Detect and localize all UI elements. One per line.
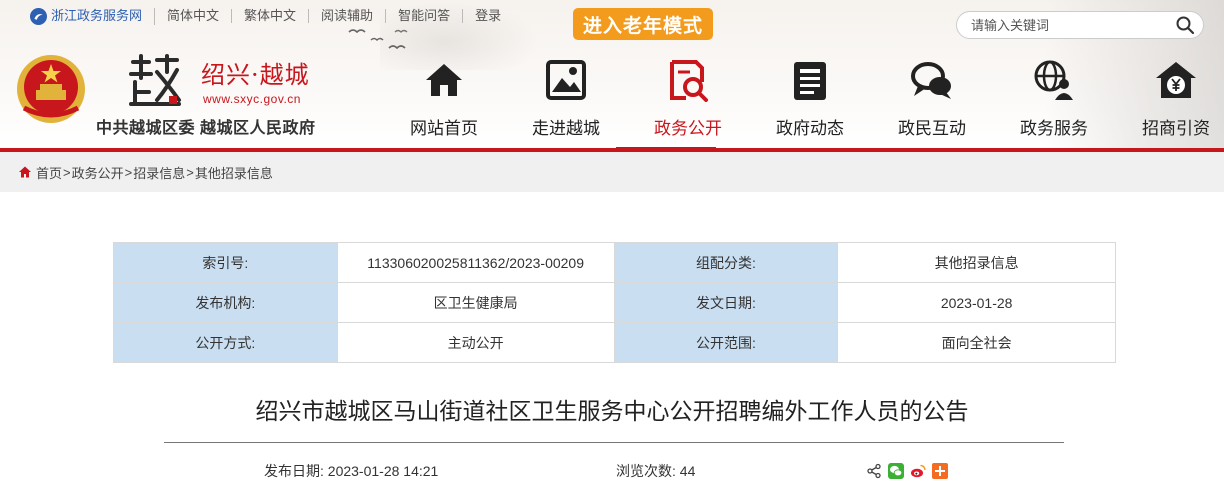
breadcrumb-recruitment[interactable]: 招录信息 xyxy=(133,163,185,182)
traditional-chinese-link[interactable]: 繁体中文 xyxy=(232,9,310,23)
breadcrumb-separator: > xyxy=(124,164,133,180)
site-organization: 中共越城区委 越城区人民政府 xyxy=(96,120,316,137)
search-box xyxy=(956,11,1204,39)
national-emblem-icon xyxy=(17,55,85,123)
breadcrumb-other-recruitment[interactable]: 其他招录信息 xyxy=(195,163,273,182)
portal-link[interactable]: 浙江政务服务网 xyxy=(30,7,156,25)
index-value: 113306020025811362/2023-00209 xyxy=(336,242,615,283)
index-label: 索引号: xyxy=(113,242,338,283)
info-row: 索引号: 113306020025811362/2023-00209 组配分类:… xyxy=(113,242,1116,283)
smart-qa-link[interactable]: 智能问答 xyxy=(386,9,464,23)
reading-aid-link[interactable]: 阅读辅助 xyxy=(309,9,387,23)
yue-calligraphy-logo xyxy=(129,54,181,106)
title-divider xyxy=(164,442,1064,443)
doc-date-label: 发文日期: xyxy=(613,282,839,323)
breadcrumb-home-icon xyxy=(19,166,31,178)
breadcrumb-home[interactable]: 首页 xyxy=(36,163,62,182)
share-icon[interactable] xyxy=(866,463,882,479)
search-input[interactable] xyxy=(971,17,1175,33)
info-row: 公开方式: 主动公开 公开范围: 面向全社会 xyxy=(113,322,1116,363)
top-utility-bar: 浙江政务服务网 简体中文 繁体中文 阅读辅助 智能问答 登录 xyxy=(30,6,513,26)
weibo-share-icon[interactable] xyxy=(910,463,926,479)
category-label: 组配分类: xyxy=(613,242,839,283)
nav-gov-info-label: 政务公开 xyxy=(654,119,722,138)
breadcrumb-gov-info[interactable]: 政务公开 xyxy=(72,163,124,182)
article-title: 绍兴市越城区马山街道社区卫生服务中心公开招聘编外工作人员的公告 xyxy=(255,398,969,424)
breadcrumb: 首页 > 政务公开 > 招录信息 > 其他招录信息 xyxy=(0,152,1224,192)
nav-about[interactable]: 走进越城 xyxy=(505,58,627,148)
wechat-share-icon[interactable] xyxy=(888,463,904,479)
portal-link-label: 浙江政务服务网 xyxy=(51,8,143,23)
info-row: 发布机构: 区卫生健康局 发文日期: 2023-01-28 xyxy=(113,282,1116,323)
document-search-icon xyxy=(670,60,708,102)
nav-about-label: 走进越城 xyxy=(532,119,600,138)
site-url: www.sxyc.gov.cn xyxy=(203,92,301,106)
birds-decoration xyxy=(348,29,408,50)
nav-gov-info[interactable]: 政务公开 xyxy=(627,58,749,148)
main-navigation: 网站首页 走进越城 政务公开 政府动态 政民互动 政务服务 招商引资 xyxy=(383,58,1224,148)
open-mode-value: 主动公开 xyxy=(336,322,615,363)
doc-date-value: 2023-01-28 xyxy=(837,282,1116,323)
home-icon xyxy=(426,64,462,96)
open-scope-value: 面向全社会 xyxy=(837,322,1116,363)
publisher-value: 区卫生健康局 xyxy=(336,282,615,323)
elder-mode-button[interactable]: 进入老年模式 xyxy=(573,8,713,40)
picture-icon xyxy=(546,60,586,100)
chat-icon xyxy=(911,62,951,99)
yuan-house-icon xyxy=(1156,62,1196,98)
publish-date-value: 2023-01-28 14:21 xyxy=(327,463,439,479)
news-icon xyxy=(794,62,826,100)
breadcrumb-separator: > xyxy=(63,164,71,180)
nav-investment[interactable]: 招商引资 xyxy=(1115,58,1224,148)
open-scope-label: 公开范围: xyxy=(613,322,839,363)
view-count-label: 浏览次数: xyxy=(616,463,676,479)
nav-interaction[interactable]: 政民互动 xyxy=(871,58,993,148)
view-count: 浏览次数: 44 xyxy=(616,461,695,481)
zhejiang-portal-icon xyxy=(30,7,47,25)
breadcrumb-separator: > xyxy=(186,164,194,180)
nav-interaction-label: 政民互动 xyxy=(898,119,966,138)
simplified-chinese-link[interactable]: 简体中文 xyxy=(155,9,233,23)
nav-services[interactable]: 政务服务 xyxy=(993,58,1115,148)
view-count-value: 44 xyxy=(679,463,696,479)
nav-investment-label: 招商引资 xyxy=(1142,119,1210,138)
publisher-label: 发布机构: xyxy=(113,282,338,323)
open-mode-label: 公开方式: xyxy=(113,322,338,363)
publish-date: 发布日期: 2023-01-28 14:21 xyxy=(264,461,438,481)
nav-gov-news-label: 政府动态 xyxy=(776,119,844,138)
site-header: 浙江政务服务网 简体中文 繁体中文 阅读辅助 智能问答 登录 进入老年模式 绍兴… xyxy=(0,0,1224,148)
login-link[interactable]: 登录 xyxy=(463,9,513,23)
globe-person-icon xyxy=(1034,60,1073,100)
nav-home-label: 网站首页 xyxy=(410,119,478,138)
document-info-table: 索引号: 113306020025811362/2023-00209 组配分类:… xyxy=(113,242,1116,363)
publish-date-label: 发布日期: xyxy=(264,463,324,479)
site-brand-title: 绍兴·越城 xyxy=(201,61,310,89)
nav-home[interactable]: 网站首页 xyxy=(383,58,505,148)
category-value: 其他招录信息 xyxy=(837,242,1116,283)
nav-gov-news[interactable]: 政府动态 xyxy=(749,58,871,148)
more-share-icon[interactable] xyxy=(932,463,948,479)
share-bar xyxy=(866,463,948,479)
search-icon[interactable] xyxy=(1175,15,1195,35)
nav-services-label: 政务服务 xyxy=(1020,119,1088,138)
